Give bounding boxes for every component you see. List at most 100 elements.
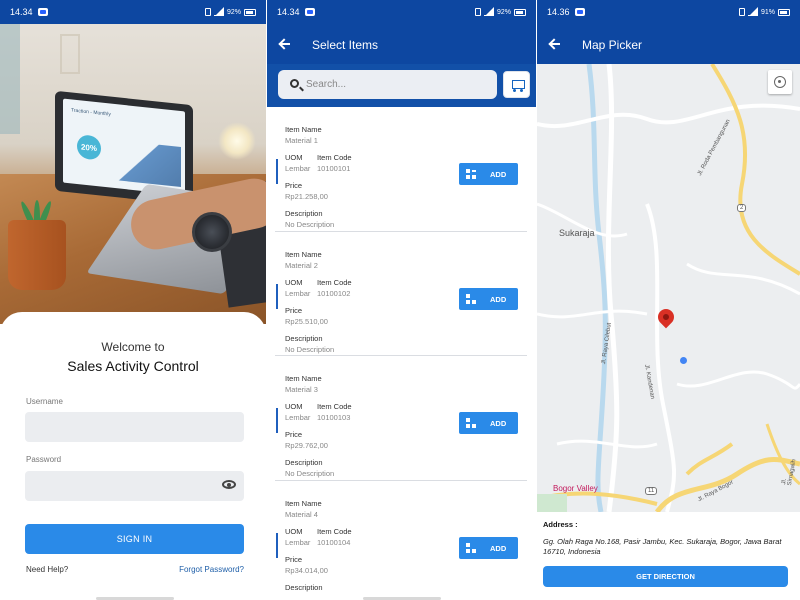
sign-in-button[interactable]: SIGN IN	[25, 524, 244, 554]
list-item: Item Name Material 2 UOM Item Code Lemba…	[275, 232, 527, 356]
username-label: Username	[26, 397, 63, 406]
status-time: 14.34	[10, 7, 33, 17]
road-shield: 2	[737, 204, 747, 212]
add-items-icon	[466, 293, 476, 304]
battery-icon	[514, 8, 526, 16]
get-direction-button[interactable]: GET DIRECTION	[543, 566, 788, 587]
item-code-value: 10100103	[317, 413, 351, 422]
address-panel: Address : Gg. Olah Raga No.168, Pasir Ja…	[537, 512, 800, 600]
add-button-label: ADD	[490, 543, 507, 553]
status-bar: 14.34 92%	[0, 0, 266, 24]
search-input[interactable]	[306, 70, 486, 99]
need-help-link[interactable]: Need Help?	[26, 565, 68, 574]
uom-value: Lembar	[285, 537, 311, 547]
uom-value: Lembar	[285, 413, 311, 422]
map-label-bogor-valley: Bogor Valley	[553, 484, 598, 493]
search-box[interactable]	[278, 70, 497, 99]
price-label: Price	[285, 181, 303, 190]
notification-icon	[574, 8, 585, 16]
status-bar: 14.34 92%	[267, 0, 536, 24]
map-label-sukaraja: Sukaraja	[559, 228, 595, 238]
notification-icon	[304, 8, 315, 16]
password-label: Password	[26, 455, 62, 464]
description-label: Description	[285, 333, 323, 343]
eye-icon[interactable]	[222, 480, 236, 489]
list-item: Item Name Material 3 UOM Item Code Lemba…	[275, 356, 527, 481]
uom-label: UOM	[285, 402, 303, 411]
add-button-label: ADD	[490, 294, 507, 304]
page-title: Select Items	[312, 38, 379, 52]
battery-percent: 92%	[496, 8, 511, 16]
add-items-icon	[466, 169, 476, 179]
price-value: Rp25.510,00	[285, 316, 328, 326]
crosshair-icon	[774, 76, 786, 88]
notification-icon	[37, 8, 48, 16]
cart-button[interactable]	[503, 71, 530, 98]
status-time: 14.34	[277, 7, 300, 17]
add-button[interactable]: ADD	[459, 163, 518, 185]
back-arrow-icon[interactable]	[548, 37, 562, 51]
welcome-text: Welcome to	[101, 340, 165, 354]
description-label: Description	[285, 582, 323, 592]
uom-label: UOM	[285, 277, 303, 287]
item-code-label: Item Code	[317, 526, 352, 536]
back-arrow-icon[interactable]	[278, 37, 292, 51]
road-shield: 11	[645, 487, 658, 495]
search-icon	[290, 79, 299, 88]
map-picker-screen: 14.36 91% Map Picker Sukaraja Jl. Roda P…	[537, 0, 800, 600]
battery-icon	[244, 8, 256, 16]
app-name: Sales Activity Control	[67, 358, 199, 374]
item-accent-bar	[276, 283, 278, 309]
item-name-label: Item Name	[285, 249, 322, 259]
page-title: Map Picker	[582, 38, 643, 52]
login-card: Welcome to Sales Activity Control Userna…	[0, 312, 266, 600]
battery-percent: 92%	[226, 8, 241, 16]
address-title: Address :	[543, 520, 578, 529]
signal-icon	[747, 7, 758, 16]
uom-value: Lembar	[285, 288, 311, 298]
vibrate-icon	[474, 8, 481, 16]
item-accent-bar	[276, 408, 278, 433]
description-value: No Description	[285, 344, 335, 354]
app-bar: Map Picker	[537, 24, 800, 64]
signal-icon	[483, 7, 494, 16]
password-field[interactable]	[25, 471, 244, 501]
username-field[interactable]	[25, 412, 244, 442]
current-location-icon	[680, 357, 687, 364]
uom-value: Lembar	[285, 164, 311, 173]
battery-percent: 91%	[760, 8, 775, 16]
add-button[interactable]: ADD	[459, 536, 518, 559]
item-code-value: 10100101	[317, 164, 351, 173]
item-name-value: Material 2	[285, 260, 318, 270]
vibrate-icon	[738, 8, 745, 16]
app-bar: Select Items	[267, 24, 536, 64]
my-location-button[interactable]	[768, 70, 792, 94]
item-code-value: 10100102	[317, 288, 351, 298]
price-label: Price	[285, 430, 303, 439]
list-item: Item Name Material 4 UOM Item Code Lemba…	[275, 481, 527, 600]
description-value: No Description	[285, 220, 335, 229]
price-value: Rp29.762,00	[285, 441, 328, 450]
map-view[interactable]: Sukaraja Jl. Roda Pembangunan Jl. Raya C…	[537, 64, 800, 512]
item-name-value: Material 4	[285, 509, 318, 519]
item-code-label: Item Code	[317, 402, 352, 411]
add-items-icon	[466, 542, 476, 553]
price-value: Rp34.014,00	[285, 565, 328, 575]
description-label: Description	[285, 458, 323, 467]
status-time: 14.36	[547, 7, 570, 17]
hero-photo: Traction - Monthly 20%	[0, 24, 266, 324]
item-code-label: Item Code	[317, 153, 352, 162]
add-button-label: ADD	[490, 419, 507, 428]
item-code-value: 10100104	[317, 537, 351, 547]
add-button[interactable]: ADD	[459, 287, 518, 310]
add-items-icon	[466, 418, 476, 428]
address-text: Gg. Olah Raga No.168, Pasir Jambu, Kec. …	[543, 537, 782, 556]
vibrate-icon	[204, 8, 211, 16]
list-item: Item Name Material 1 UOM Item Code Lemba…	[275, 107, 527, 232]
description-value: No Description	[285, 469, 335, 478]
forgot-password-link[interactable]: Forgot Password?	[179, 565, 244, 574]
add-button[interactable]: ADD	[459, 412, 518, 434]
item-name-label: Item Name	[285, 498, 322, 508]
item-name-label: Item Name	[285, 374, 322, 383]
status-bar: 14.36 91%	[537, 0, 800, 24]
